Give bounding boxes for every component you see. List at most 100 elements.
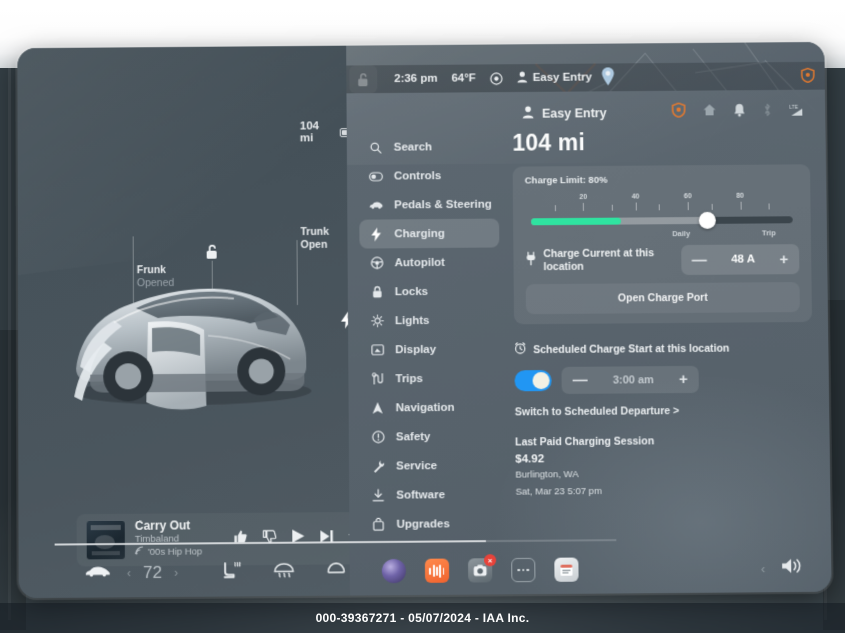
scheduled-charge-row[interactable]: — 3:00 am + — [514, 365, 813, 394]
calendar-app-icon[interactable] — [554, 557, 579, 582]
sentry-shield-icon[interactable] — [672, 103, 686, 123]
sidebar-label: Charging — [394, 227, 445, 240]
audio-app-icon[interactable] — [424, 558, 450, 583]
thumbs-down-icon[interactable] — [262, 529, 277, 549]
settings-overlay[interactable]: Easy Entry LTE Search Controls Pedals & … — [346, 89, 832, 598]
next-track-icon[interactable] — [319, 529, 333, 548]
settings-profile[interactable]: Easy Entry — [522, 105, 607, 122]
sidebar-item-upgrades[interactable]: Upgrades — [361, 509, 502, 539]
switch-to-scheduled-departure-link[interactable]: Switch to Scheduled Departure > — [515, 404, 813, 418]
car-visualization-pane[interactable]: 104 mi Frunk Opened Trunk Open Carry Out… — [17, 45, 374, 599]
sidebar-item-display[interactable]: Display — [360, 334, 500, 364]
status-bar: 2:36 pm 64°F Easy Entry — [346, 61, 825, 94]
person-icon — [517, 71, 528, 86]
rear-defrost-icon[interactable] — [326, 561, 345, 582]
scheduled-charge-toggle[interactable] — [514, 370, 552, 392]
sidebar-item-service[interactable]: Service — [361, 451, 502, 481]
slider-current-charge-fill — [531, 217, 622, 226]
sidebar-item-safety[interactable]: Safety — [361, 422, 501, 452]
scheduled-charge-title: Scheduled Charge Start at this location — [533, 342, 730, 356]
sidebar-label: Display — [395, 343, 437, 356]
climate-temperature-control[interactable]: ‹ 72 › — [111, 563, 194, 584]
temperature-value: 72 — [142, 562, 163, 583]
search-icon — [369, 141, 383, 154]
sidebar-item-trips[interactable]: Trips — [360, 363, 500, 393]
profile-chip[interactable]: Easy Entry — [517, 70, 592, 85]
thumbs-up-icon[interactable] — [233, 529, 248, 549]
sentry-shield-icon-top[interactable] — [801, 68, 815, 86]
slider-tick-20: 20 — [579, 193, 588, 201]
sidebar-label: Autopilot — [394, 256, 446, 269]
sidebar-label: Software — [396, 488, 446, 502]
open-charge-port-button[interactable]: Open Charge Port — [525, 282, 800, 315]
dashcam-badge: × — [483, 554, 497, 567]
sidebar-item-navigation[interactable]: Navigation — [361, 392, 501, 422]
display-icon — [370, 344, 384, 356]
trips-icon — [370, 372, 384, 385]
last-session-datetime: Sat, Mar 23 5:07 pm — [515, 485, 602, 498]
seat-heater-icon[interactable] — [222, 561, 241, 584]
car-3d-render[interactable] — [18, 195, 359, 448]
scheduled-charge-title-group: Scheduled Charge Start at this location — [514, 340, 812, 357]
bluetooth-icon[interactable] — [762, 102, 772, 121]
scheduled-time-decrease-button[interactable]: — — [573, 372, 588, 389]
home-icon[interactable] — [702, 103, 716, 121]
sidebar-item-charging[interactable]: Charging — [359, 218, 500, 249]
fan-icon[interactable] — [490, 72, 503, 85]
sidebar-item-controls[interactable]: Controls — [359, 161, 499, 191]
charge-limit-card[interactable]: Charge Limit: 80% 20 40 60 80 Daily Trip… — [512, 164, 813, 325]
svg-text:LTE: LTE — [789, 104, 799, 110]
lte-signal-icon: LTE — [789, 102, 809, 121]
last-session-location: Burlington, WA — [515, 469, 579, 481]
voice-orb-app-icon[interactable] — [381, 558, 406, 584]
sun-icon — [370, 314, 384, 328]
settings-sidebar[interactable]: Search Controls Pedals & Steering Chargi… — [347, 128, 511, 598]
app-dock[interactable]: × — [381, 554, 579, 584]
last-session-amount: $4.92 — [515, 453, 545, 466]
settings-header: Easy Entry LTE — [346, 90, 825, 130]
sidebar-item-autopilot[interactable]: Autopilot — [360, 247, 500, 277]
sidebar-item-locks[interactable]: Locks — [360, 276, 500, 306]
scheduled-time-stepper[interactable]: — 3:00 am + — [561, 365, 699, 394]
track-title: Carry Out — [134, 518, 191, 533]
bell-icon[interactable] — [733, 103, 745, 122]
sidebar-item-lights[interactable]: Lights — [360, 305, 500, 335]
charge-current-increase-button[interactable]: + — [779, 251, 788, 268]
volume-icon[interactable] — [781, 556, 805, 579]
sidebar-label: Lights — [394, 314, 430, 327]
more-apps-icon[interactable] — [511, 557, 536, 583]
sidebar-item-search[interactable]: Search — [359, 132, 499, 162]
temperature-increase-button[interactable]: › — [174, 566, 178, 580]
bottom-dock-bar[interactable]: ‹ 72 › × ‹ — [19, 543, 832, 598]
play-icon[interactable] — [291, 528, 305, 548]
sidebar-label: Upgrades — [396, 517, 450, 531]
sidebar-label: Trips — [395, 372, 423, 385]
charge-current-decrease-button[interactable]: — — [692, 251, 707, 268]
sidebar-label: Pedals & Steering — [394, 198, 492, 211]
slider-daily-label: Daily — [672, 229, 691, 239]
sidebar-item-software[interactable]: Software — [361, 480, 502, 510]
charge-limit-slider[interactable]: 20 40 60 80 Daily Trip — [525, 193, 799, 240]
slider-handle[interactable] — [698, 211, 716, 229]
settings-profile-label: Easy Entry — [541, 106, 607, 121]
last-session-title: Last Paid Charging Session — [515, 435, 655, 449]
charge-current-label-group: Charge Current at this location — [525, 247, 671, 274]
dashcam-app-icon[interactable]: × — [467, 554, 497, 583]
sidebar-item-pedals-steering[interactable]: Pedals & Steering — [359, 190, 499, 220]
scheduled-time-increase-button[interactable]: + — [679, 371, 688, 388]
download-icon — [371, 489, 385, 502]
front-defrost-icon[interactable] — [273, 561, 294, 582]
temperature-decrease-button[interactable]: ‹ — [127, 566, 131, 580]
sidebar-label: Service — [396, 459, 438, 473]
bolt-icon — [369, 227, 383, 242]
volume-collapse-chevron[interactable]: ‹ — [761, 561, 766, 576]
sidebar-label: Safety — [395, 430, 431, 443]
charge-limit-label: Charge Limit: 80% — [524, 174, 608, 187]
settings-status-icons: LTE — [672, 102, 810, 123]
charge-current-stepper[interactable]: — 48 A + — [680, 244, 800, 276]
car-icon[interactable] — [85, 564, 111, 582]
charge-current-row[interactable]: Charge Current at this location — 48 A + — [525, 244, 800, 276]
alarm-clock-icon — [514, 342, 526, 357]
tesla-touchscreen[interactable]: 104 mi Frunk Opened Trunk Open Carry Out… — [17, 41, 832, 599]
steering-wheel-icon — [370, 256, 384, 270]
